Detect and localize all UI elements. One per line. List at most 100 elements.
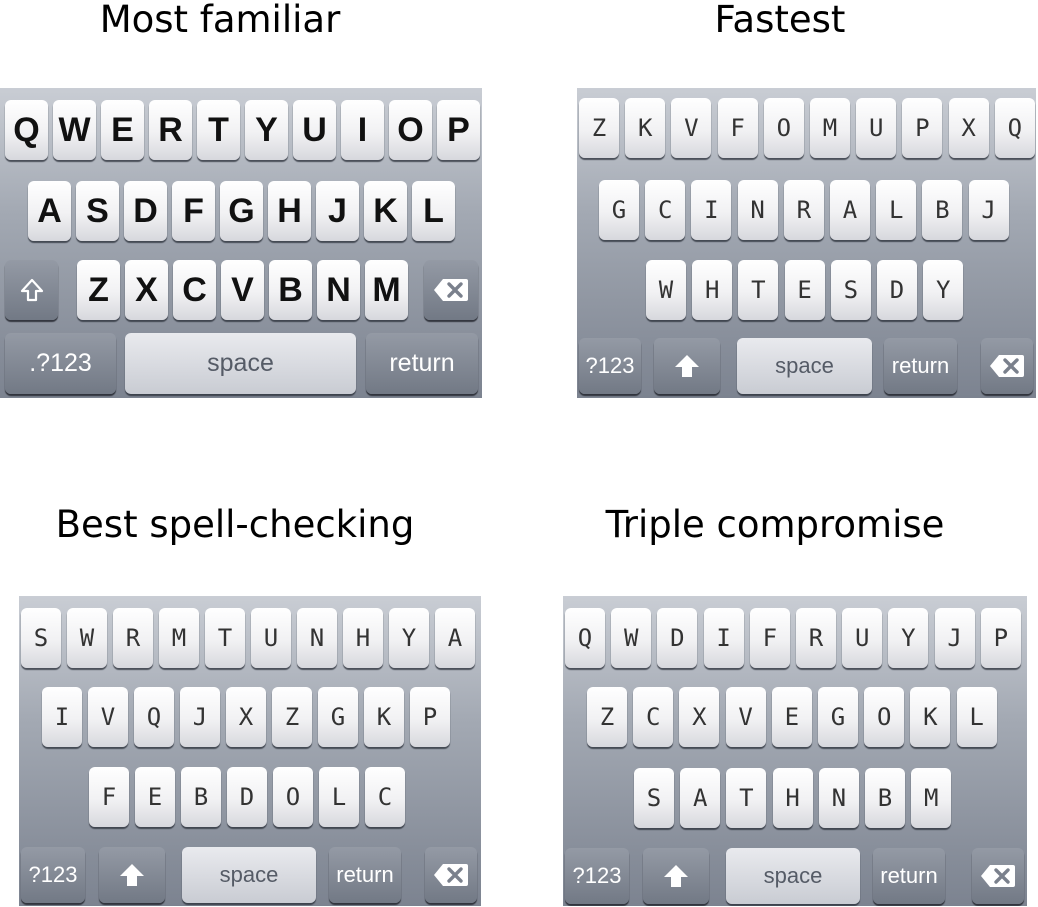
key-k[interactable]: K — [625, 98, 666, 158]
key-u[interactable]: U — [856, 98, 897, 158]
key-d[interactable]: D — [227, 767, 267, 827]
key-l[interactable]: L — [319, 767, 359, 827]
key-a[interactable]: A — [830, 180, 870, 240]
key-u[interactable]: U — [842, 608, 883, 668]
key-d[interactable]: D — [657, 608, 698, 668]
key-x[interactable]: X — [679, 687, 720, 747]
key-c[interactable]: C — [173, 260, 216, 320]
key-v[interactable]: V — [88, 687, 128, 747]
numbers-key[interactable]: ?123 — [21, 847, 85, 903]
key-v[interactable]: V — [671, 98, 712, 158]
space-key[interactable]: space — [125, 333, 356, 394]
key-i[interactable]: I — [703, 608, 744, 668]
key-h[interactable]: H — [268, 181, 311, 241]
key-d[interactable]: D — [124, 181, 167, 241]
key-y[interactable]: Y — [389, 608, 429, 668]
key-r[interactable]: R — [149, 100, 192, 160]
numbers-key[interactable]: ?123 — [579, 338, 641, 394]
shift-key[interactable] — [5, 260, 58, 320]
key-o[interactable]: O — [763, 98, 804, 158]
key-f[interactable]: F — [717, 98, 758, 158]
key-k[interactable]: K — [364, 687, 404, 747]
key-k[interactable]: K — [364, 181, 407, 241]
key-h[interactable]: H — [772, 768, 813, 828]
key-k[interactable]: K — [910, 687, 951, 747]
shift-key[interactable] — [99, 847, 165, 903]
key-m[interactable]: M — [810, 98, 850, 158]
key-b[interactable]: B — [269, 260, 312, 320]
key-i[interactable]: I — [691, 180, 732, 240]
key-q[interactable]: Q — [565, 608, 605, 668]
key-y[interactable]: Y — [245, 100, 288, 160]
key-c[interactable]: C — [633, 687, 674, 747]
key-p[interactable]: P — [410, 687, 450, 747]
key-m[interactable]: M — [159, 608, 199, 668]
key-c[interactable]: C — [365, 767, 405, 827]
numbers-key[interactable]: .?123 — [5, 333, 116, 394]
key-z[interactable]: Z — [587, 687, 627, 747]
key-l[interactable]: L — [412, 181, 455, 241]
key-n[interactable]: N — [737, 180, 778, 240]
key-n[interactable]: N — [317, 260, 360, 320]
shift-key[interactable] — [654, 338, 720, 394]
key-q[interactable]: Q — [134, 687, 174, 747]
key-u[interactable]: U — [251, 608, 291, 668]
space-key[interactable]: space — [182, 847, 316, 903]
key-b[interactable]: B — [865, 768, 905, 828]
key-q[interactable]: Q — [994, 98, 1035, 158]
shift-key[interactable] — [643, 848, 709, 904]
key-e[interactable]: E — [784, 260, 825, 320]
key-j[interactable]: J — [316, 181, 359, 241]
key-w[interactable]: W — [611, 608, 652, 668]
key-g[interactable]: G — [318, 687, 358, 747]
numbers-key[interactable]: ?123 — [565, 848, 629, 904]
key-z[interactable]: Z — [272, 687, 312, 747]
key-x[interactable]: X — [125, 260, 168, 320]
space-key[interactable]: space — [737, 338, 872, 394]
key-j[interactable]: J — [934, 608, 975, 668]
key-l[interactable]: L — [876, 180, 917, 240]
delete-key[interactable] — [425, 847, 477, 903]
key-b[interactable]: B — [922, 180, 963, 240]
key-z[interactable]: Z — [579, 98, 619, 158]
key-c[interactable]: C — [645, 180, 686, 240]
key-e[interactable]: E — [135, 767, 175, 827]
key-n[interactable]: N — [818, 768, 859, 828]
key-v[interactable]: V — [221, 260, 264, 320]
key-d[interactable]: D — [877, 260, 917, 320]
key-e[interactable]: E — [101, 100, 144, 160]
key-p[interactable]: P — [902, 98, 943, 158]
return-key[interactable]: return — [884, 338, 957, 394]
key-v[interactable]: V — [725, 687, 766, 747]
key-f[interactable]: F — [89, 767, 129, 827]
key-g[interactable]: G — [818, 687, 858, 747]
key-o[interactable]: O — [273, 767, 313, 827]
delete-key[interactable] — [972, 848, 1024, 904]
key-q[interactable]: Q — [5, 100, 48, 160]
key-w[interactable]: W — [67, 608, 107, 668]
key-m[interactable]: M — [911, 768, 952, 828]
key-h[interactable]: H — [343, 608, 383, 668]
key-s[interactable]: S — [634, 768, 674, 828]
key-i[interactable]: I — [341, 100, 384, 160]
key-n[interactable]: N — [297, 608, 337, 668]
key-s[interactable]: S — [21, 608, 61, 668]
key-b[interactable]: B — [181, 767, 221, 827]
key-r[interactable]: R — [113, 608, 153, 668]
key-e[interactable]: E — [771, 687, 812, 747]
key-y[interactable]: Y — [923, 260, 964, 320]
return-key[interactable]: return — [329, 847, 401, 903]
key-a[interactable]: A — [435, 608, 475, 668]
key-p[interactable]: P — [980, 608, 1021, 668]
key-w[interactable]: W — [646, 260, 686, 320]
key-g[interactable]: G — [220, 181, 263, 241]
return-key[interactable]: return — [366, 333, 478, 394]
key-r[interactable]: R — [796, 608, 836, 668]
key-t[interactable]: T — [738, 260, 779, 320]
key-y[interactable]: Y — [888, 608, 929, 668]
key-s[interactable]: S — [76, 181, 119, 241]
key-f[interactable]: F — [749, 608, 790, 668]
key-x[interactable]: X — [226, 687, 266, 747]
key-o[interactable]: O — [389, 100, 432, 160]
key-l[interactable]: L — [956, 687, 997, 747]
